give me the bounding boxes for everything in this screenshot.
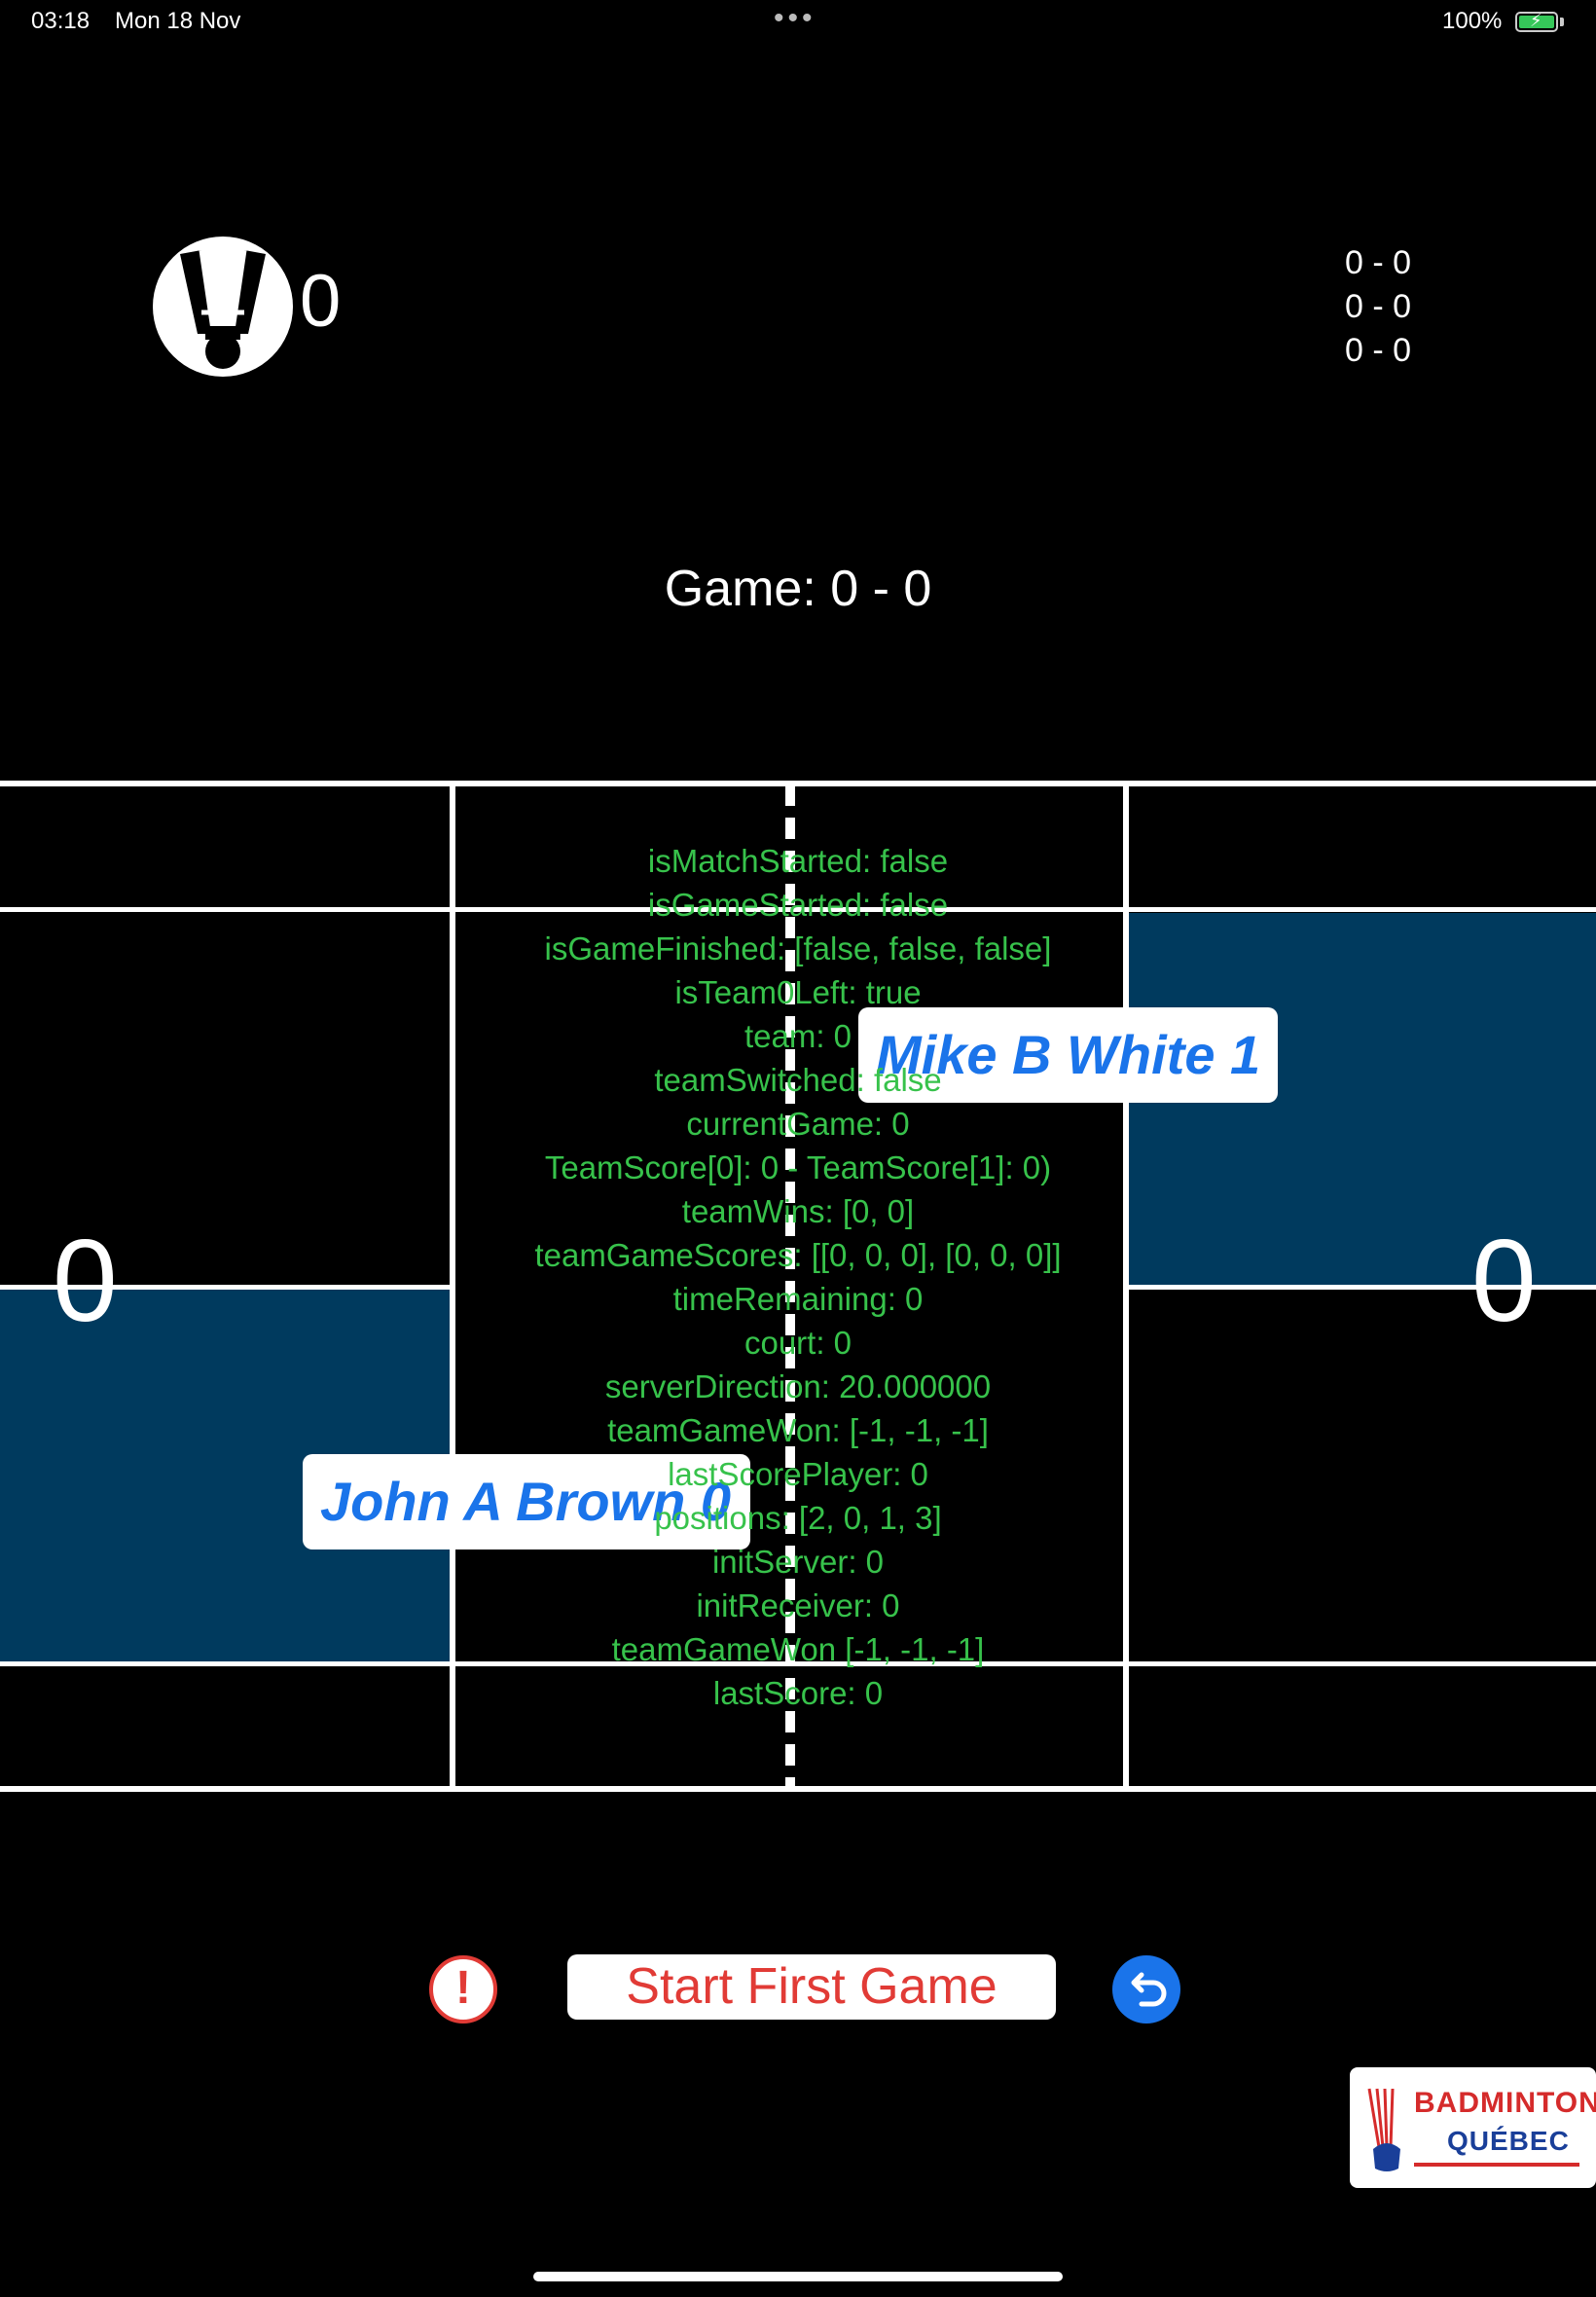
debug-line: initReceiver: 0	[696, 1587, 900, 1623]
debug-line: court: 0	[744, 1325, 852, 1361]
debug-line: positions: [2, 0, 1, 3]	[654, 1500, 942, 1536]
start-first-game-button[interactable]: Start First Game	[567, 1954, 1056, 2020]
court-top-line	[0, 781, 1596, 786]
status-time: 03:18	[31, 8, 91, 34]
debug-line: teamGameWon [-1, -1, -1]	[611, 1631, 985, 1667]
shuttlecock-icon	[153, 237, 293, 377]
debug-line: lastScore: 0	[712, 1675, 884, 1711]
game-score-1: 0 - 0	[1345, 244, 1412, 281]
debug-line: isTeam0Left: true	[674, 974, 922, 1010]
debug-line: isMatchStarted: false	[647, 843, 949, 879]
battery-cap	[1560, 18, 1564, 26]
shuttle-score: 0	[300, 260, 342, 343]
status-date: Mon 18 Nov	[115, 8, 241, 34]
debug-line: teamSwitched: false	[654, 1062, 942, 1098]
debug-line: isGameStarted: false	[647, 887, 949, 923]
badminton-quebec-logo: BADMINTON QUÉBEC	[1350, 2067, 1596, 2188]
shuttle-logo-icon	[1367, 2088, 1400, 2171]
game-score-3: 0 - 0	[1345, 332, 1412, 369]
battery-charging-icon: ⚡	[1515, 11, 1558, 32]
logo-text-badminton: BADMINTON	[1414, 2087, 1596, 2119]
home-indicator[interactable]	[533, 2272, 1063, 2281]
debug-line: TeamScore[0]: 0 - TeamScore[1]: 0)	[544, 1149, 1052, 1185]
game-scores-list: 0 - 0 0 - 0 0 - 0	[1345, 241, 1411, 373]
debug-line: isGameFinished: [false, false, false]	[544, 930, 1052, 966]
team-right-score: 0	[1471, 1216, 1537, 1346]
team-left-score: 0	[53, 1216, 118, 1346]
debug-line: timeRemaining: 0	[672, 1281, 924, 1317]
undo-icon	[1131, 1972, 1167, 2007]
debug-line: teamGameWon: [-1, -1, -1]	[607, 1412, 989, 1448]
logo-text-quebec: QUÉBEC	[1447, 2126, 1570, 2156]
undo-button[interactable]	[1112, 1955, 1180, 2024]
game-score-2: 0 - 0	[1345, 288, 1412, 325]
debug-line: teamGameScores: [[0, 0, 0], [0, 0, 0]]	[534, 1237, 1062, 1273]
multitask-dots-icon[interactable]: •••	[774, 2, 816, 35]
debug-state-overlay: isMatchStarted: false isGameStarted: fal…	[409, 839, 1187, 1715]
court-bottom-line	[0, 1786, 1596, 1792]
alert-button[interactable]: !	[429, 1955, 497, 2024]
debug-line: serverDirection: 20.000000	[604, 1368, 992, 1404]
debug-line: lastScorePlayer: 0	[668, 1456, 928, 1492]
debug-line: teamWins: [0, 0]	[681, 1193, 915, 1229]
debug-line: currentGame: 0	[686, 1106, 910, 1142]
debug-line: initServer: 0	[711, 1544, 885, 1580]
debug-line: team: 0	[744, 1018, 852, 1054]
logo-underline	[1414, 2163, 1579, 2167]
game-score-title: Game: 0 - 0	[664, 561, 932, 617]
battery-percentage: 100%	[1442, 8, 1503, 34]
